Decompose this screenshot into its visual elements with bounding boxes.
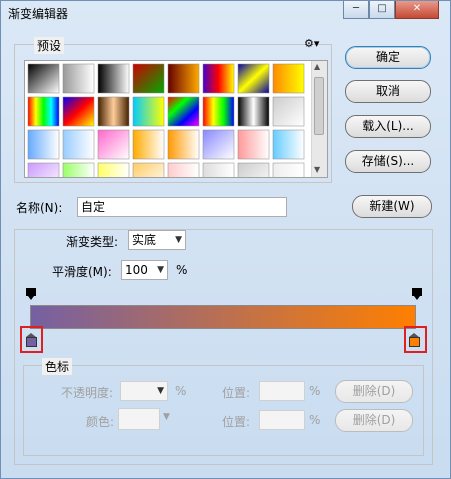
color-swatch[interactable] (118, 408, 160, 430)
gradient-preview-bar[interactable] (30, 305, 416, 329)
smoothness-label: 平滑度(M): (52, 265, 112, 279)
preset-swatch[interactable] (272, 96, 305, 127)
gradient-type-select[interactable]: 实底 ▼ (128, 230, 186, 250)
presets-grid[interactable]: ▲ ▼ (24, 60, 328, 178)
preset-swatch[interactable] (62, 129, 95, 160)
preset-swatch[interactable] (167, 63, 200, 94)
location-unit-color: % (309, 413, 321, 427)
chevron-down-icon: ▼ (163, 412, 170, 422)
preset-swatch[interactable] (97, 129, 130, 160)
delete-opacity-stop-button[interactable]: 删除(D) (335, 380, 413, 403)
new-button[interactable]: 新建(W) (352, 195, 432, 218)
preset-swatch[interactable] (237, 96, 270, 127)
preset-swatch[interactable] (237, 162, 270, 178)
preset-swatch[interactable] (27, 96, 60, 127)
preset-swatch[interactable] (167, 162, 200, 178)
name-label: 名称(N): (16, 201, 63, 215)
preset-swatch[interactable] (132, 96, 165, 127)
preset-swatch[interactable] (237, 63, 270, 94)
presets-label: 预设 (34, 37, 65, 54)
preset-swatch[interactable] (202, 129, 235, 160)
opacity-unit: % (175, 384, 187, 398)
preset-swatch[interactable] (202, 162, 235, 178)
preset-swatch[interactable] (202, 63, 235, 94)
location-unit-opacity: % (309, 384, 321, 398)
gear-icon[interactable]: ⚙▾ (304, 37, 319, 50)
highlight-right-stop (404, 326, 427, 353)
location-label-color: 位置: (222, 415, 251, 429)
scroll-up-icon[interactable]: ▲ (314, 62, 320, 71)
preset-swatch[interactable] (237, 129, 270, 160)
smoothness-select[interactable]: 100 ▼ (121, 260, 168, 280)
preset-swatch[interactable] (272, 162, 305, 178)
preset-swatch[interactable] (272, 63, 305, 94)
gradient-type-label: 渐变类型: (66, 235, 119, 249)
location-label-opacity: 位置: (222, 386, 251, 400)
preset-swatch[interactable] (62, 63, 95, 94)
opacity-select[interactable]: ▼ (120, 381, 168, 401)
preset-swatch[interactable] (132, 162, 165, 178)
highlight-left-stop (20, 326, 43, 353)
color-label: 颜色: (86, 415, 115, 429)
chevron-down-icon: ▼ (175, 235, 182, 245)
smoothness-unit: % (176, 263, 188, 277)
preset-swatch[interactable] (27, 63, 60, 94)
smoothness-value: 100 (125, 263, 148, 277)
chevron-down-icon: ▼ (157, 265, 164, 275)
cancel-button[interactable]: 取消 (345, 80, 431, 103)
name-input[interactable]: 自定 (77, 197, 287, 217)
ok-button[interactable]: 确定 (345, 46, 431, 69)
preset-swatch[interactable] (167, 96, 200, 127)
presets-scrollbar[interactable]: ▲ ▼ (311, 61, 327, 177)
preset-swatch[interactable] (97, 162, 130, 178)
scroll-down-icon[interactable]: ▼ (314, 165, 320, 174)
save-button[interactable]: 存储(S)... (345, 150, 431, 173)
location-input-opacity[interactable] (259, 381, 305, 401)
preset-swatch[interactable] (97, 96, 130, 127)
preset-swatch[interactable] (62, 96, 95, 127)
preset-swatch[interactable] (167, 129, 200, 160)
scroll-thumb[interactable] (314, 77, 324, 135)
delete-color-stop-button[interactable]: 删除(D) (335, 409, 413, 432)
opacity-stop-right[interactable] (412, 288, 422, 300)
load-button[interactable]: 载入(L)... (345, 115, 431, 138)
preset-swatch[interactable] (97, 63, 130, 94)
preset-swatch[interactable] (202, 96, 235, 127)
opacity-stop-left[interactable] (26, 288, 36, 300)
preset-swatch[interactable] (272, 129, 305, 160)
chevron-down-icon: ▼ (157, 386, 164, 396)
preset-swatch[interactable] (132, 129, 165, 160)
preset-swatch[interactable] (62, 162, 95, 178)
location-input-color[interactable] (259, 410, 305, 430)
opacity-label: 不透明度: (61, 386, 114, 400)
preset-swatch[interactable] (27, 129, 60, 160)
preset-swatch[interactable] (27, 162, 60, 178)
color-stops-label: 色标 (42, 358, 73, 375)
gradient-type-value: 实底 (132, 233, 157, 247)
preset-swatch[interactable] (132, 63, 165, 94)
